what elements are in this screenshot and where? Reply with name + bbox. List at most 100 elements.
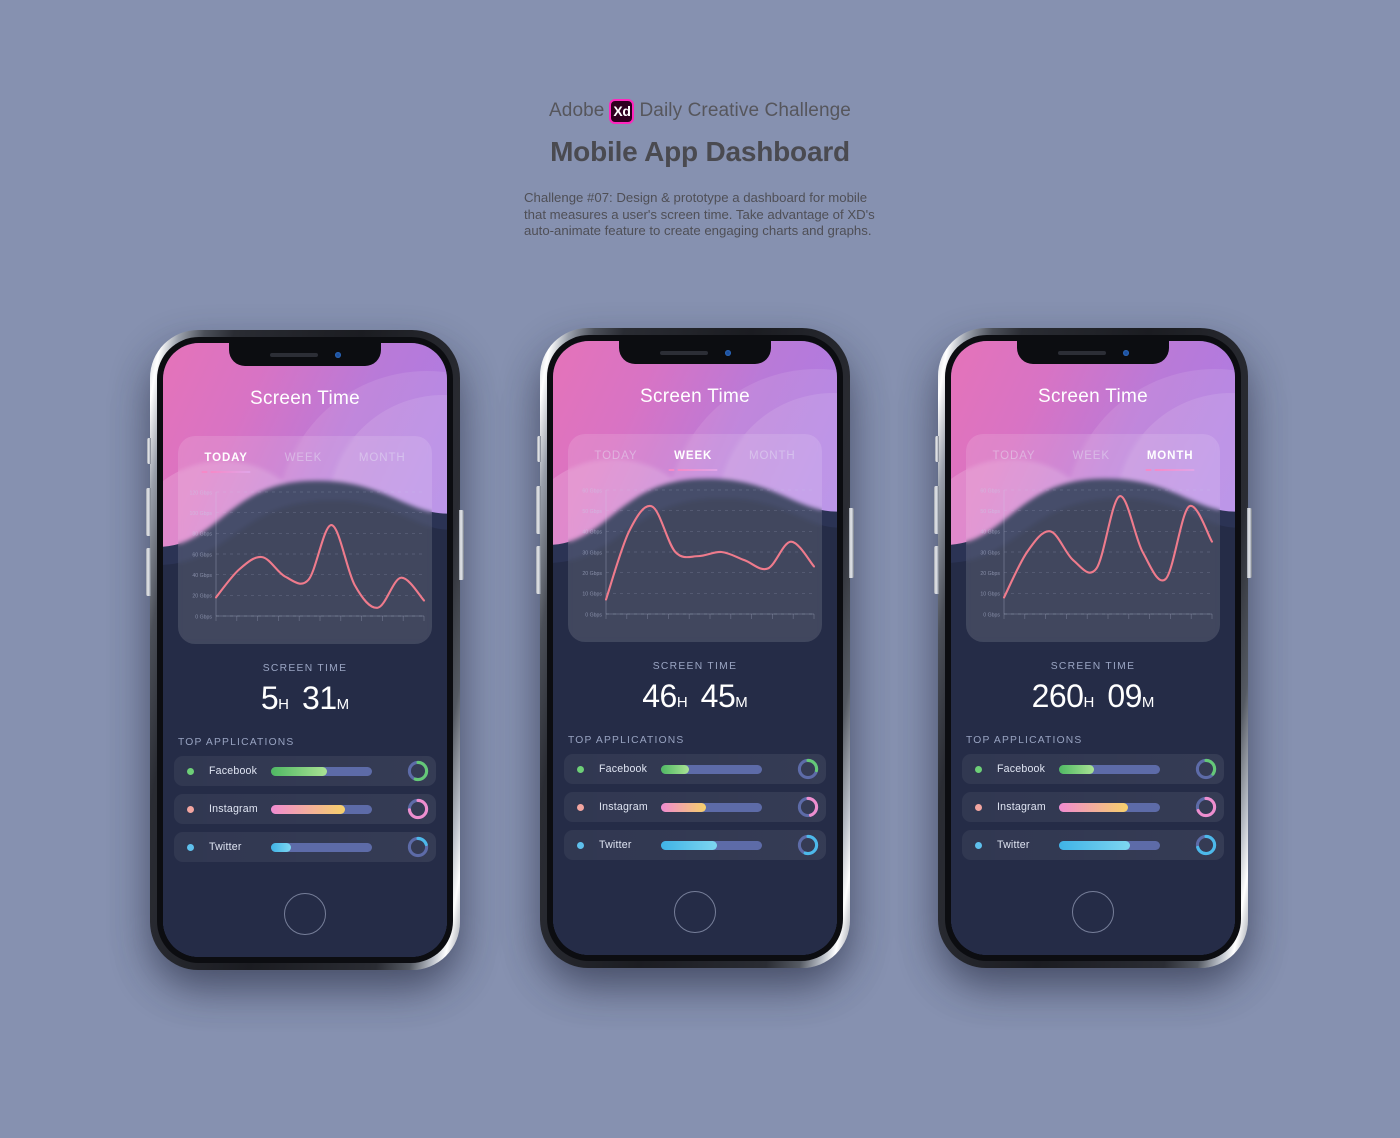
svg-text:0 Gbps: 0 Gbps [195, 614, 212, 620]
usage-bar-track [661, 764, 762, 774]
app-title: Screen Time [1038, 386, 1148, 407]
tab-label: MONTH [748, 450, 796, 462]
app-row[interactable]: Twitter [564, 830, 826, 860]
usage-bar-fill [1059, 802, 1128, 812]
tab-today[interactable]: TODAY [594, 450, 637, 471]
tab-month[interactable]: MONTH [749, 450, 796, 471]
power-button[interactable] [1247, 508, 1252, 578]
tab-today[interactable]: TODAY [201, 452, 251, 473]
tab-label: MONTH [358, 452, 406, 464]
top-applications-label: TOP APPLICATIONS [966, 735, 1083, 746]
tab-week[interactable]: WEEK [285, 452, 322, 473]
svg-text:30 Gbps: 30 Gbps [980, 550, 1000, 556]
screen-time-label: SCREEN TIME [1050, 661, 1136, 672]
home-indicator-button[interactable] [284, 893, 326, 935]
usage-bar-fill [661, 802, 707, 812]
usage-ring-chart [796, 795, 820, 819]
svg-text:40 Gbps: 40 Gbps [980, 530, 1000, 536]
volume-down-button[interactable] [934, 546, 939, 594]
adobe-xd-logo-icon: Xd [609, 98, 635, 124]
screen-time-minutes-unit: M [336, 696, 350, 713]
svg-text:120 Gbps: 120 Gbps [190, 490, 213, 496]
screen-time-value: 46H 45M [553, 678, 837, 715]
usage-ring-chart [1194, 833, 1218, 857]
page-title: Mobile App Dashboard [550, 136, 850, 167]
usage-bar-track [271, 766, 372, 776]
mute-switch-button[interactable] [147, 438, 151, 464]
chart-ytick-labels: 120 Gbps 100 Gbps 80 Gbps 60 Gbps 40 Gbps 20 … [190, 490, 213, 620]
app-status-dot-icon [975, 841, 982, 849]
tab-label: WEEK [284, 452, 323, 464]
mute-switch-button[interactable] [537, 436, 541, 462]
screen-time-hours: 260 [1031, 678, 1084, 714]
usage-ring-chart [796, 833, 820, 857]
home-indicator-button[interactable] [1072, 891, 1114, 933]
app-row[interactable]: Twitter [962, 830, 1224, 860]
screen-time-label: SCREEN TIME [262, 663, 348, 674]
volume-up-button[interactable] [536, 486, 541, 534]
usage-ring-chart [406, 797, 430, 821]
usage-bar-track [661, 840, 762, 850]
tab-label: WEEK [1072, 450, 1110, 462]
svg-text:10 Gbps: 10 Gbps [582, 592, 602, 598]
app-row[interactable]: Instagram [962, 792, 1224, 822]
app-row[interactable]: Facebook [564, 754, 826, 784]
screen-time-value: 260H 09M [951, 678, 1235, 715]
screen-time-hours-unit: H [1083, 694, 1095, 711]
usage-ring-chart [406, 759, 430, 783]
usage-bar-track [271, 842, 372, 852]
app-status-dot-icon [577, 803, 584, 811]
svg-text:60 Gbps: 60 Gbps [582, 488, 602, 494]
svg-text:20 Gbps: 20 Gbps [980, 571, 1000, 577]
top-applications-label: TOP APPLICATIONS [568, 735, 685, 746]
usage-bar-track [1059, 802, 1160, 812]
app-name: Instagram [209, 803, 258, 815]
usage-bar-track [661, 802, 762, 812]
screen-time-value: 5H 31M [163, 680, 447, 717]
svg-text:50 Gbps: 50 Gbps [582, 509, 602, 515]
chart-line-series [1002, 495, 1214, 599]
tab-today[interactable]: TODAY [992, 450, 1035, 471]
power-button[interactable] [849, 508, 854, 578]
chart-xticks [215, 616, 425, 621]
usage-line-chart: 120 Gbps 100 Gbps 80 Gbps 60 Gbps 40 Gbps 20 … [178, 484, 432, 644]
tab-active-underline [201, 471, 251, 473]
home-indicator-button[interactable] [674, 891, 716, 933]
tab-month[interactable]: MONTH [359, 452, 406, 473]
usage-line-chart: 60 Gbps 50 Gbps 40 Gbps 30 Gbps 20 Gbps 10 Gb… [966, 482, 1220, 642]
brand-prefix: Adobe [549, 100, 605, 121]
chart-line-series [604, 504, 816, 601]
app-row[interactable]: Facebook [962, 754, 1224, 784]
svg-text:50 Gbps: 50 Gbps [980, 509, 1000, 515]
app-status-dot-icon [577, 841, 584, 849]
usage-bar-fill [271, 766, 327, 776]
volume-up-button[interactable] [146, 488, 151, 536]
volume-up-button[interactable] [934, 486, 939, 534]
app-row[interactable]: Instagram [564, 792, 826, 822]
app-row[interactable]: Twitter [174, 832, 436, 862]
mute-switch-button[interactable] [935, 436, 939, 462]
tab-month[interactable]: MONTH [1145, 450, 1195, 471]
power-button[interactable] [459, 510, 464, 580]
screen-time-minutes: 31 [302, 680, 337, 716]
brand-suffix: Daily Creative Challenge [639, 100, 851, 121]
svg-text:30 Gbps: 30 Gbps [582, 550, 602, 556]
svg-text:0 Gbps: 0 Gbps [983, 612, 1000, 618]
app-row[interactable]: Instagram [174, 794, 436, 824]
volume-down-button[interactable] [536, 546, 541, 594]
app-row[interactable]: Facebook [174, 756, 436, 786]
screen-time-hours: 5 [260, 680, 279, 716]
phone-mockup-today: Screen Time TODAY WEEK MONTH 120 Gbps 10… [146, 330, 464, 981]
screen-time-hours: 46 [642, 678, 677, 714]
svg-text:20 Gbps: 20 Gbps [192, 594, 212, 600]
phone-mockup-week: Screen Time TODAY WEEK MONTH 60 Gbps 50 … [536, 328, 854, 979]
app-name: Instagram [599, 801, 648, 813]
chart-xticks [1003, 614, 1213, 619]
app-status-dot-icon [577, 765, 584, 773]
app-name: Facebook [209, 765, 258, 777]
usage-bar-fill [1059, 764, 1095, 774]
tab-week[interactable]: WEEK [668, 450, 718, 471]
tab-week[interactable]: WEEK [1072, 450, 1109, 471]
usage-ring-chart [1194, 757, 1218, 781]
volume-down-button[interactable] [146, 548, 151, 596]
